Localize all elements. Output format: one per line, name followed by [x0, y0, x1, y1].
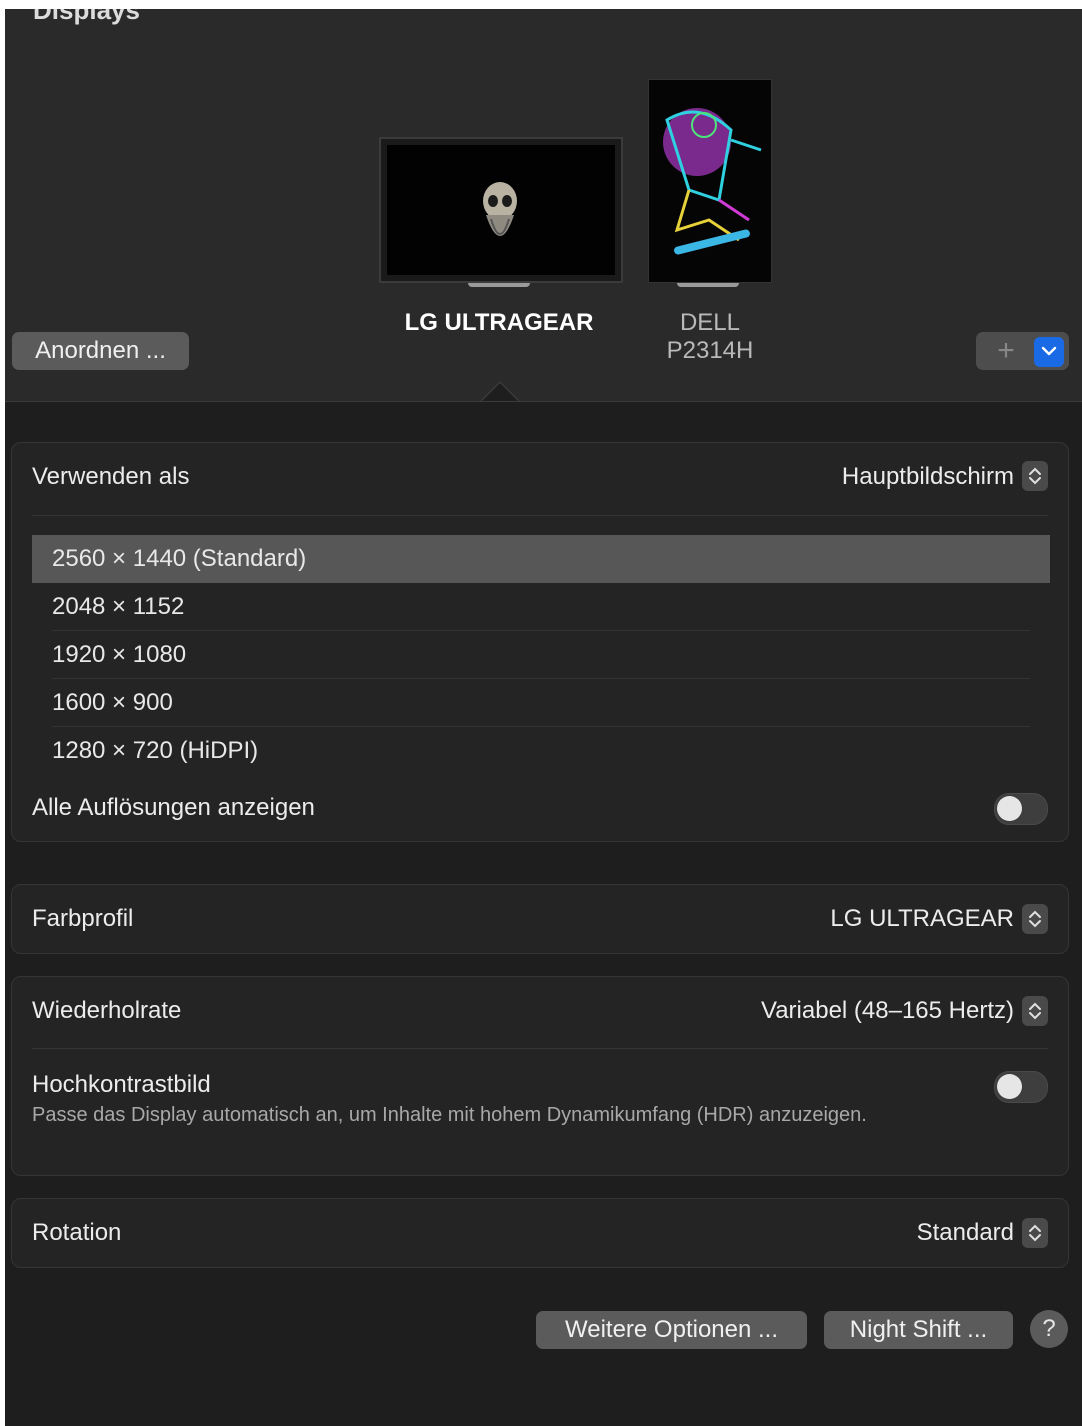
color-profile-popup[interactable]	[1022, 904, 1048, 934]
color-profile-card: Farbprofil LG ULTRAGEAR	[11, 884, 1069, 954]
resolution-label: 2048 × 1152	[52, 593, 185, 620]
resolution-option[interactable]: 2048 × 1152	[32, 583, 1050, 631]
dell-monitor-stand	[677, 283, 739, 287]
dell-monitor-thumbnail[interactable]	[648, 79, 772, 283]
use-as-popup[interactable]	[1022, 461, 1048, 491]
rotation-label: Rotation	[32, 1219, 122, 1246]
more-options-button[interactable]: Weitere Optionen ...	[536, 1311, 807, 1349]
hdr-toggle[interactable]	[994, 1071, 1048, 1103]
color-profile-value[interactable]: LG ULTRAGEAR	[830, 905, 1014, 933]
rotation-popup[interactable]	[1022, 1218, 1048, 1248]
add-display-control: +	[976, 332, 1069, 370]
show-all-resolutions-label: Alle Auflösungen anzeigen	[32, 794, 315, 821]
lg-monitor-thumbnail[interactable]	[379, 137, 623, 283]
display-name-lg[interactable]: LG ULTRAGEAR	[385, 309, 613, 337]
divider	[32, 1048, 1048, 1049]
resolution-option[interactable]: 1600 × 900	[32, 679, 1050, 727]
rotation-value[interactable]: Standard	[917, 1219, 1014, 1247]
chevron-down-icon	[1041, 346, 1057, 356]
resolution-option[interactable]: 2560 × 1440 (Standard)	[32, 535, 1050, 583]
refresh-rate-value[interactable]: Variabel (48–165 Hertz)	[761, 997, 1014, 1025]
use-as-value[interactable]: Hauptbildschirm	[842, 463, 1014, 491]
hdr-label: Hochkontrastbild	[32, 1071, 211, 1098]
skater-wallpaper-icon	[663, 108, 762, 255]
skull-wallpaper-icon	[483, 182, 517, 236]
resolution-list: 2560 × 1440 (Standard) 2048 × 1152 1920 …	[32, 535, 1050, 775]
resolution-label: 2560 × 1440 (Standard)	[52, 545, 307, 572]
resolution-label: 1280 × 720 (HiDPI)	[52, 737, 259, 764]
display-name-dell-line1: DELL	[679, 309, 741, 336]
page-title: Displays	[33, 9, 140, 25]
up-down-chevron-icon	[1029, 910, 1041, 928]
displays-window: Displays LG ULTRAGEAR DELL P2314H Anordn…	[5, 9, 1082, 1426]
display-name-dell-line2: P2314H	[666, 337, 754, 364]
resolution-label: 1920 × 1080	[52, 641, 187, 668]
resolution-option[interactable]: 1280 × 720 (HiDPI)	[32, 727, 1050, 775]
display-name-dell[interactable]: DELL P2314H	[635, 309, 785, 365]
resolution-option[interactable]: 1920 × 1080	[32, 631, 1050, 679]
show-all-resolutions-toggle[interactable]	[994, 793, 1048, 825]
refresh-rate-label: Wiederholrate	[32, 997, 182, 1024]
hdr-description: Passe das Display automatisch an, um Inh…	[32, 1104, 867, 1126]
up-down-chevron-icon	[1029, 1002, 1041, 1020]
toggle-knob	[997, 796, 1022, 821]
night-shift-button[interactable]: Night Shift ...	[824, 1311, 1013, 1349]
refresh-rate-popup[interactable]	[1022, 996, 1048, 1026]
help-button[interactable]: ?	[1030, 1310, 1068, 1348]
lg-monitor-stand	[468, 283, 530, 287]
refresh-rate-card: Wiederholrate Variabel (48–165 Hertz) Ho…	[11, 976, 1069, 1176]
color-profile-label: Farbprofil	[32, 905, 134, 932]
pointer-outline	[481, 381, 519, 401]
lg-wallpaper	[387, 145, 615, 275]
resolution-label: 1600 × 900	[52, 689, 173, 716]
add-display-button[interactable]: +	[986, 334, 1026, 368]
display-arrangement-area: Displays LG ULTRAGEAR DELL P2314H Anordn…	[5, 9, 1082, 402]
add-display-menu-button[interactable]	[1034, 337, 1064, 367]
rotation-card: Rotation Standard	[11, 1198, 1069, 1268]
up-down-chevron-icon	[1029, 467, 1041, 485]
divider	[32, 515, 1048, 516]
toggle-knob	[997, 1074, 1022, 1099]
resolution-card: Verwenden als Hauptbildschirm 2560 × 144…	[11, 442, 1069, 842]
up-down-chevron-icon	[1029, 1224, 1041, 1242]
use-as-label: Verwenden als	[32, 463, 190, 490]
arrange-button[interactable]: Anordnen ...	[12, 332, 189, 370]
